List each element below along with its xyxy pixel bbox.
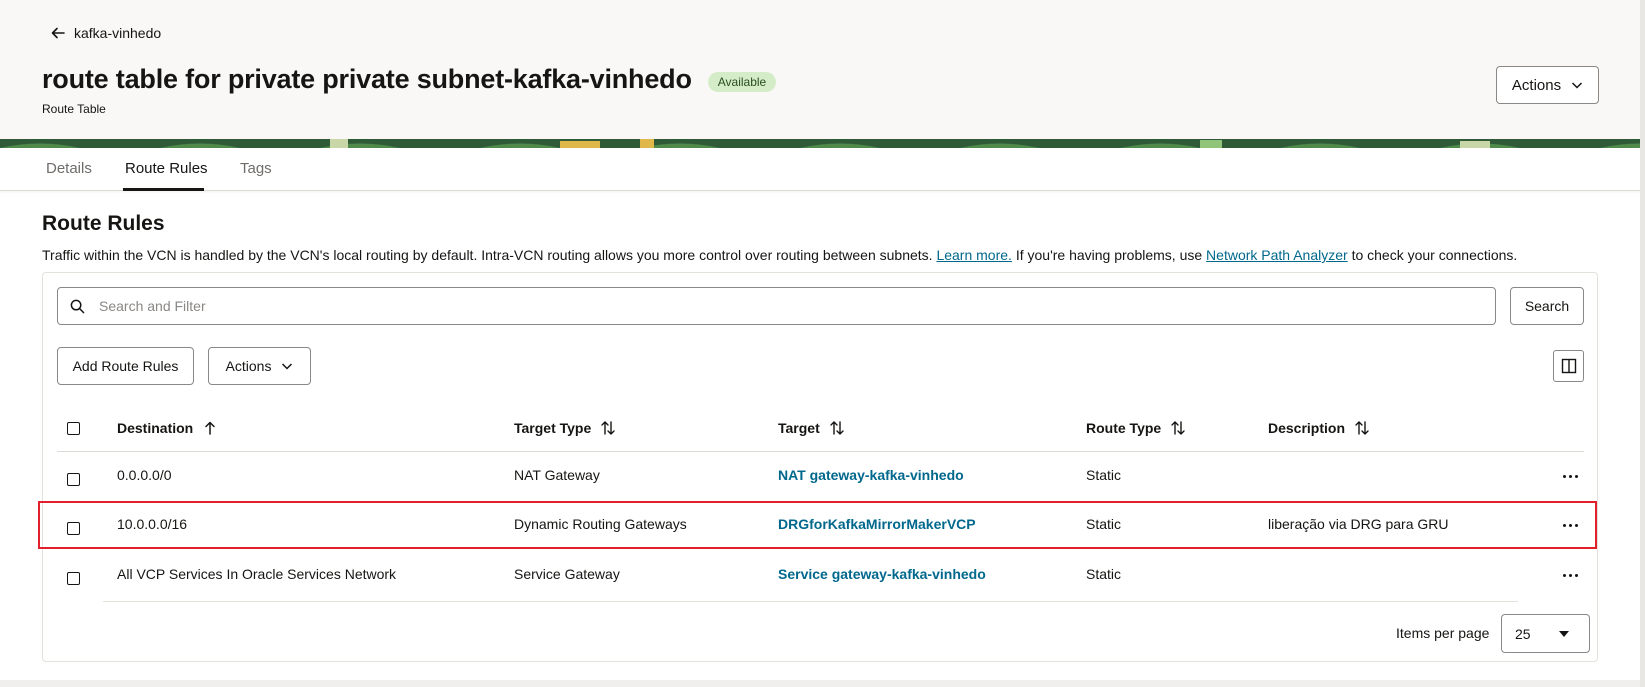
- row-actions-menu-icon[interactable]: [1560, 521, 1580, 529]
- cell-destination: 0.0.0.0/0: [117, 467, 172, 483]
- row-actions-menu-icon[interactable]: [1560, 472, 1580, 480]
- footer-strip: [0, 680, 1640, 687]
- column-label-target-type: Target Type: [514, 420, 592, 436]
- items-per-page-value: 25: [1515, 625, 1531, 642]
- chevron-down-icon: [282, 363, 293, 370]
- table-row: 0.0.0.0/0 NAT Gateway NAT gateway-kafka-…: [57, 453, 1584, 502]
- sort-icon[interactable]: [1354, 420, 1370, 436]
- page-header: kafka-vinhedo route table for private pr…: [0, 0, 1640, 148]
- column-header-description[interactable]: Description: [1268, 420, 1370, 436]
- learn-more-link[interactable]: Learn more.: [936, 247, 1011, 263]
- column-header-destination[interactable]: Destination: [117, 420, 218, 436]
- add-route-rules-button[interactable]: Add Route Rules: [57, 347, 194, 385]
- row-checkbox[interactable]: [67, 522, 80, 535]
- caret-down-icon: [1559, 631, 1569, 637]
- cell-route-type: Static: [1086, 467, 1122, 483]
- cell-description: liberação via DRG para GRU: [1268, 516, 1449, 532]
- network-path-analyzer-link[interactable]: Network Path Analyzer: [1206, 247, 1348, 263]
- header-actions-label: Actions: [1511, 76, 1562, 94]
- tab-details[interactable]: Details: [46, 160, 92, 177]
- cell-target-link[interactable]: DRGforKafkaMirrorMakerVCP: [778, 516, 976, 532]
- sort-icon[interactable]: [600, 420, 616, 436]
- cell-target-link[interactable]: Service gateway-kafka-vinhedo: [778, 566, 986, 582]
- column-header-target[interactable]: Target: [778, 420, 845, 436]
- section-description: Traffic within the VCN is handled by the…: [42, 247, 1517, 263]
- sort-icon[interactable]: [829, 420, 845, 436]
- table-row: All VCP Services In Oracle Services Netw…: [57, 552, 1584, 601]
- scrollbar-track[interactable]: [1640, 0, 1645, 687]
- sort-icon[interactable]: [1170, 420, 1186, 436]
- tab-bar: Details Route Rules Tags: [0, 148, 1640, 191]
- table-actions-label: Actions: [225, 358, 272, 374]
- table-bottom-divider: [103, 601, 1518, 602]
- back-link-label: kafka-vinhedo: [74, 25, 162, 41]
- items-per-page-select[interactable]: 25: [1501, 614, 1590, 653]
- cell-target-type: NAT Gateway: [514, 467, 600, 483]
- table-row: 10.0.0.0/16 Dynamic Routing Gateways DRG…: [57, 502, 1584, 551]
- columns-icon: [1561, 358, 1576, 374]
- column-label-description: Description: [1268, 420, 1346, 436]
- decorative-banner: [0, 139, 1640, 148]
- sort-ascending-icon[interactable]: [202, 420, 218, 436]
- cell-destination: All VCP Services In Oracle Services Netw…: [117, 566, 397, 582]
- cell-route-type: Static: [1086, 566, 1122, 582]
- cell-target-type: Service Gateway: [514, 566, 620, 582]
- search-input[interactable]: [99, 298, 1479, 314]
- page-title: route table for private private subnet-k…: [42, 64, 692, 94]
- column-settings-button[interactable]: [1553, 350, 1584, 382]
- search-icon: [70, 299, 85, 313]
- select-all-checkbox[interactable]: [67, 422, 80, 435]
- chevron-down-icon: [1572, 82, 1583, 89]
- description-text-3: to check your connections.: [1351, 247, 1518, 263]
- table-header: Destination Target Type Target Route Typ…: [57, 412, 1584, 452]
- table-actions-button[interactable]: Actions: [208, 347, 311, 385]
- column-header-route-type[interactable]: Route Type: [1086, 420, 1186, 436]
- cell-target-type: Dynamic Routing Gateways: [514, 516, 687, 532]
- cell-route-type: Static: [1086, 516, 1122, 532]
- column-label-destination: Destination: [117, 420, 194, 436]
- page-subtitle: Route Table: [42, 102, 106, 116]
- search-field[interactable]: [57, 287, 1496, 325]
- row-checkbox[interactable]: [67, 473, 80, 486]
- cell-target-link[interactable]: NAT gateway-kafka-vinhedo: [778, 467, 964, 483]
- search-button[interactable]: Search: [1510, 287, 1584, 325]
- tab-route-rules[interactable]: Route Rules: [125, 160, 208, 177]
- header-actions-button[interactable]: Actions: [1496, 66, 1599, 104]
- column-label-route-type: Route Type: [1086, 420, 1162, 436]
- tab-tags[interactable]: Tags: [240, 160, 272, 177]
- arrow-left-icon: [51, 27, 65, 39]
- row-actions-menu-icon[interactable]: [1560, 571, 1580, 579]
- description-text-1: Traffic within the VCN is handled by the…: [42, 247, 933, 263]
- back-link[interactable]: kafka-vinhedo: [50, 25, 161, 41]
- cell-destination: 10.0.0.0/16: [117, 516, 188, 532]
- active-tab-indicator: [123, 188, 204, 191]
- title-row: route table for private private subnet-k…: [42, 64, 777, 95]
- section-title: Route Rules: [42, 212, 165, 235]
- row-checkbox[interactable]: [67, 572, 80, 585]
- column-label-target: Target: [778, 420, 820, 436]
- status-badge: Available: [707, 71, 777, 92]
- column-header-target-type[interactable]: Target Type: [514, 420, 616, 436]
- description-text-2: If you're having problems, use: [1015, 247, 1203, 263]
- items-per-page-label: Items per page: [1396, 625, 1490, 641]
